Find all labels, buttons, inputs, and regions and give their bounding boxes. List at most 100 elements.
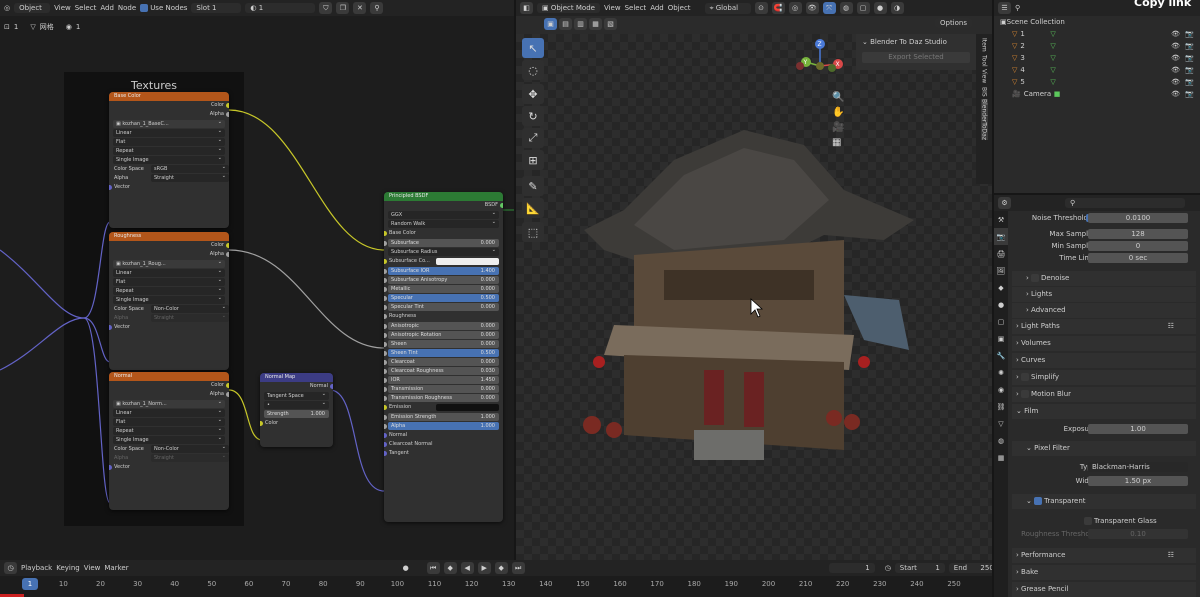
interpolation-dropdown[interactable]: Linear — [113, 407, 225, 417]
bsdf-value-field[interactable]: Transmission 0.000 — [384, 385, 499, 393]
output-socket[interactable] — [226, 112, 229, 117]
tab-bis[interactable]: BIS — [981, 87, 988, 97]
panel-section[interactable]: › Curves — [1012, 353, 1196, 368]
object-mode-dropdown[interactable]: ▣ Object Mode — [537, 3, 600, 13]
menu-view[interactable]: View — [604, 4, 621, 12]
outliner-item[interactable]: ▽ 1 ▽ 👁 📷 — [994, 28, 1200, 40]
panel-section[interactable]: › Light Paths ☷ — [1012, 319, 1196, 334]
strength-field[interactable]: Strength 1.000 — [264, 410, 329, 418]
input-socket[interactable] — [384, 342, 387, 347]
panel-section[interactable]: › Motion Blur — [1012, 387, 1196, 402]
input-socket[interactable] — [384, 405, 387, 410]
output-socket[interactable] — [330, 384, 333, 389]
bsdf-input-row[interactable]: Tangent — [384, 449, 503, 458]
input-socket[interactable] — [384, 296, 387, 301]
select-subtract-icon[interactable]: ▥ — [574, 18, 587, 30]
menu-keying[interactable]: Keying — [56, 564, 80, 572]
select-extend-icon[interactable]: ▤ — [559, 18, 572, 30]
input-socket[interactable] — [384, 387, 387, 392]
tab-view[interactable]: View — [981, 69, 988, 83]
input-socket[interactable] — [384, 314, 387, 319]
mesh-data-icon[interactable]: ▽ — [1050, 52, 1055, 64]
shading-solid-icon[interactable]: ● — [873, 2, 887, 14]
extension-dropdown[interactable]: Repeat — [113, 145, 225, 155]
select-box-icon[interactable]: ↖ — [522, 38, 544, 58]
pixel-filter-section[interactable]: ⌄ Pixel Filter — [1012, 441, 1196, 456]
options-button[interactable]: Options — [934, 18, 972, 28]
outliner-item[interactable]: ▽ 2 ▽ 👁 📷 — [994, 40, 1200, 52]
proportional-icon[interactable]: ◎ — [788, 2, 802, 14]
snap-icon[interactable]: 🧲 — [771, 2, 785, 14]
extension-dropdown[interactable]: Repeat — [113, 285, 225, 295]
end-frame-field[interactable]: End 250 — [948, 563, 992, 573]
input-socket[interactable] — [384, 333, 387, 338]
input-socket[interactable] — [384, 269, 387, 274]
bsdf-value-field[interactable]: Subsurface 0.000 — [384, 239, 499, 247]
eye-icon[interactable]: 👁 — [1171, 76, 1180, 88]
measure-icon[interactable]: 📐 — [522, 198, 544, 218]
input-socket[interactable] — [384, 231, 387, 236]
projection-dropdown[interactable]: Flat — [113, 136, 225, 146]
output-socket[interactable] — [226, 103, 229, 108]
bsdf-input-row[interactable]: Normal — [384, 431, 503, 440]
bsdf-value-field[interactable]: Sheen 0.000 — [384, 340, 499, 348]
bsdf-value-field[interactable]: Specular Tint 0.000 — [384, 303, 499, 311]
extension-dropdown[interactable]: Repeat — [113, 425, 225, 435]
input-socket[interactable] — [384, 360, 387, 365]
mesh-data-icon[interactable]: ▽ — [1050, 40, 1055, 52]
image-selector[interactable]: ▣ kozhan_1_BaseC... — [113, 118, 225, 128]
gizmo-icon[interactable]: ⤧ — [822, 2, 836, 14]
jump-start-icon[interactable]: ⏮ — [426, 562, 440, 574]
node-editor[interactable]: ◎ Object View Select Add Node Use Nodes … — [0, 0, 514, 560]
menu-object[interactable]: Object — [668, 4, 691, 12]
normal-map-node[interactable]: Normal Map Normal Tangent Space • Streng… — [260, 373, 333, 447]
panel-section[interactable]: › Volumes — [1012, 336, 1196, 351]
outliner-item[interactable]: ▽ 3 ▽ 👁 📷 — [994, 52, 1200, 64]
timeline[interactable]: ◷ Playback Keying View Marker ● ⏮ ◆ ◀ ▶ … — [0, 560, 992, 597]
color-output[interactable]: Color — [109, 101, 229, 110]
bsdf-value-field[interactable]: IOR 1.450 — [384, 376, 499, 384]
input-socket[interactable] — [384, 442, 387, 447]
play-icon[interactable]: ▶ — [477, 562, 491, 574]
input-socket[interactable] — [260, 421, 263, 426]
mesh-data-icon[interactable]: ▽ — [1050, 64, 1055, 76]
output-socket[interactable] — [226, 392, 229, 397]
tab-tool[interactable]: Tool — [981, 55, 988, 67]
bsdf-value-field[interactable]: Clearcoat 0.000 — [384, 358, 499, 366]
bsdf-value-field[interactable]: Subsurface Anisotropy 0.000 — [384, 276, 499, 284]
jump-keyframe-forward-icon[interactable]: ◆ — [494, 562, 508, 574]
projection-dropdown[interactable]: Flat — [113, 276, 225, 286]
checkbox-icon[interactable] — [1034, 497, 1043, 505]
input-socket[interactable] — [384, 396, 387, 401]
bsdf-value-field[interactable]: Metallic 0.000 — [384, 285, 499, 293]
input-socket[interactable] — [384, 287, 387, 292]
building-model[interactable] — [544, 100, 924, 490]
bsdf-value-field[interactable]: Sheen Tint 0.500 — [384, 349, 499, 357]
panel-title[interactable]: ⌄ Blender To Daz Studio — [856, 34, 976, 50]
image-texture-node[interactable]: RoughnessColorAlpha▣ kozhan_1_Roug...Lin… — [109, 232, 229, 370]
input-socket[interactable] — [109, 325, 112, 330]
camera-render-icon[interactable]: 📷 — [1185, 28, 1194, 40]
transparent-section[interactable]: ⌄ Transparent — [1012, 494, 1196, 509]
projection-dropdown[interactable]: Flat — [113, 416, 225, 426]
image-selector[interactable]: ▣ kozhan_1_Roug... — [113, 258, 225, 268]
bsdf-input-row[interactable]: Base Color — [384, 229, 503, 238]
bsdf-value-field[interactable]: Emission Strength 1.000 — [384, 413, 499, 421]
input-socket[interactable] — [384, 241, 387, 246]
jump-keyframe-back-icon[interactable]: ◆ — [443, 562, 457, 574]
tab-item[interactable]: Item — [981, 38, 988, 52]
add-cube-icon[interactable]: ⬚ — [522, 222, 544, 242]
3d-viewport[interactable]: ◧ ▣ Object Mode View Select Add Object ⌖… — [516, 0, 992, 560]
scene-collection-row[interactable]: ▣ Scene Collection — [994, 16, 1200, 28]
bsdf-value-field[interactable]: Clearcoat Roughness 0.030 — [384, 367, 499, 375]
image-texture-node[interactable]: NormalColorAlpha▣ kozhan_1_Norm...Linear… — [109, 372, 229, 510]
input-socket[interactable] — [384, 369, 387, 374]
input-socket[interactable] — [384, 433, 387, 438]
navigation-gizmo[interactable]: Z X Y — [792, 36, 852, 96]
bsdf-dropdown[interactable]: Subsurface Radius — [388, 246, 499, 256]
panel-section[interactable]: ⌄ Film — [1012, 404, 1196, 419]
panel-section[interactable]: › Bake — [1012, 565, 1196, 580]
move-icon[interactable]: ✥ — [522, 84, 544, 104]
grid-view-icon[interactable]: ▦ — [832, 137, 844, 148]
vector-input[interactable]: Vector — [109, 323, 229, 332]
